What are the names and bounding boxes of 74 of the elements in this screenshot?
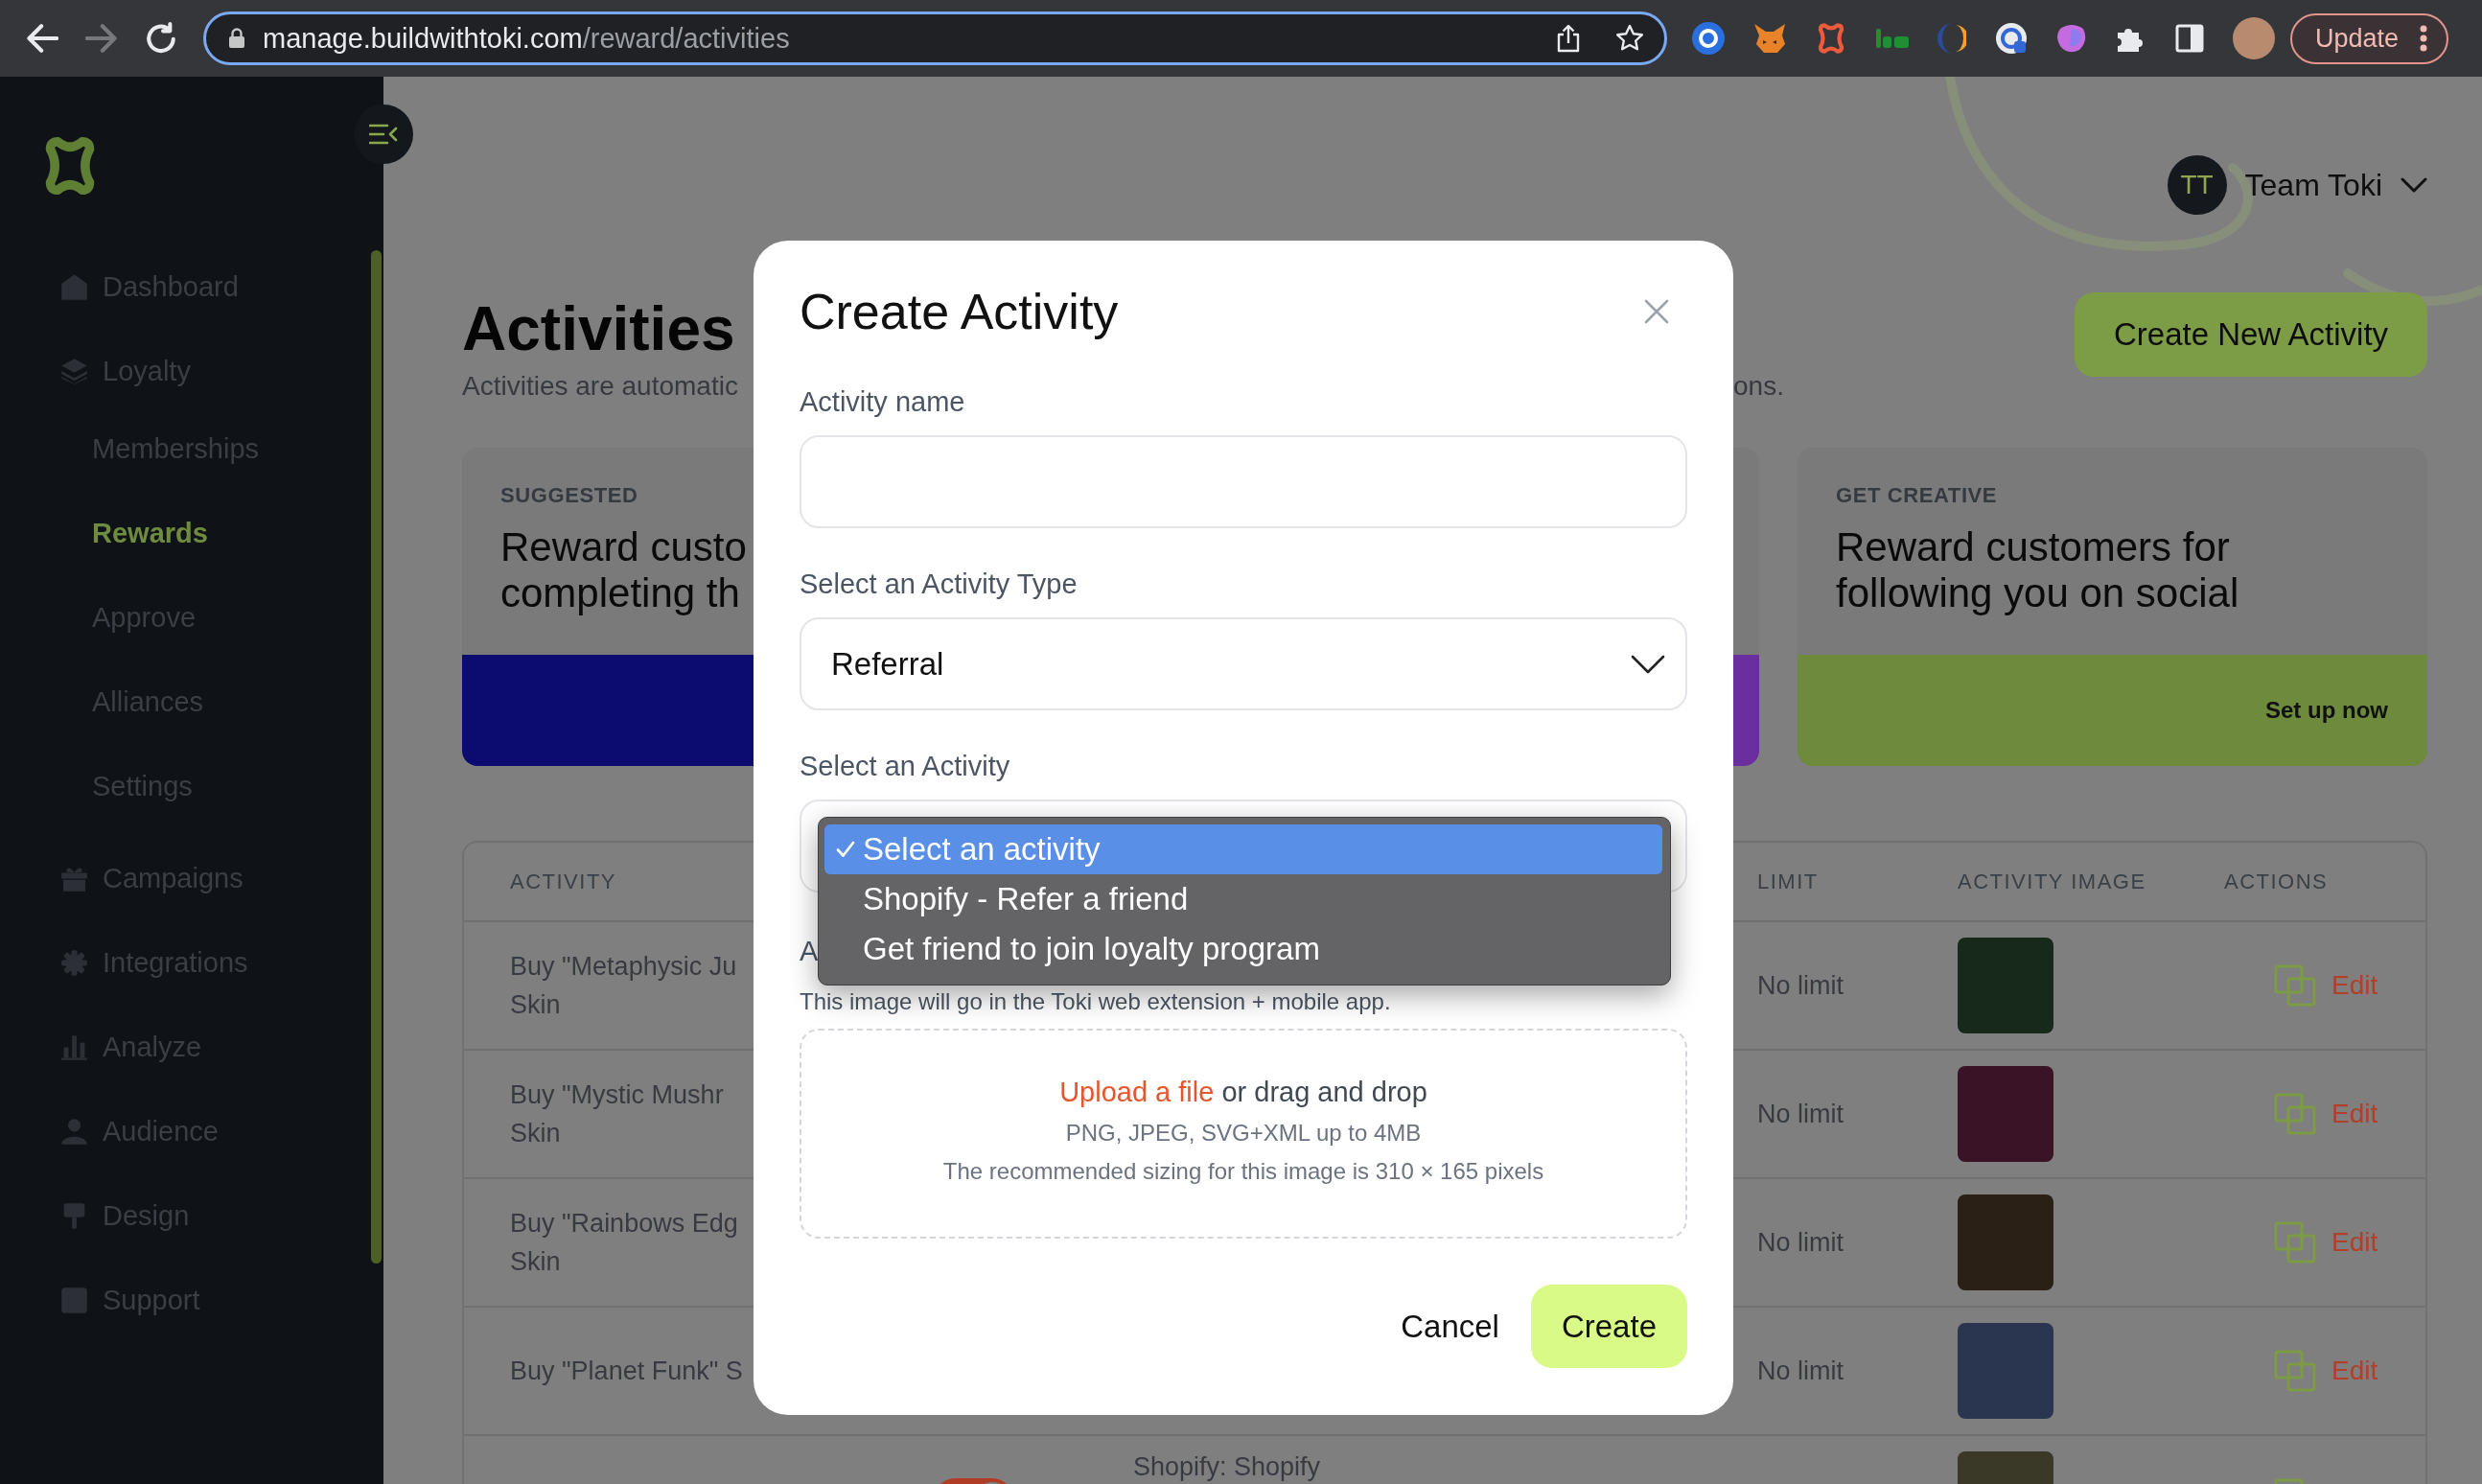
- card-title: Reward customers for following you on social: [1836, 524, 2239, 616]
- field-label: Select an Activity Type: [800, 568, 1078, 599]
- table-cell-text: Buy "Metaphysic Ju Skin: [510, 951, 737, 1021]
- house-icon: [60, 272, 88, 301]
- person-icon: [60, 1117, 88, 1146]
- dialog-title: Create Activity: [800, 283, 1119, 341]
- scrollbar[interactable]: [371, 250, 382, 1264]
- sidebar-item[interactable]: Rewards: [92, 517, 208, 549]
- bars-icon[interactable]: [1876, 29, 1909, 48]
- check-icon: [836, 841, 855, 858]
- ring-icon[interactable]: [1692, 22, 1725, 55]
- gear-icon: [60, 948, 88, 977]
- dropdown-option[interactable]: Select an activity: [824, 824, 1662, 874]
- upload-prompt: Upload a file or drag and drop: [1059, 1076, 1427, 1109]
- menu-collapse-icon: [369, 124, 398, 145]
- table-cell-text: Buy "Mystic Mushr Skin: [510, 1079, 724, 1149]
- reload-icon[interactable]: [145, 22, 177, 55]
- column-header: ACTIVITY: [510, 869, 616, 894]
- table-cell: Shopify: Shopify: [1133, 1451, 1321, 1482]
- create-activity-button[interactable]: Create New Activity: [2075, 292, 2427, 377]
- upload-sizing-note: The recommended sizing for this image is 310 × 165 pixels: [942, 1157, 1544, 1186]
- blob-icon[interactable]: [2056, 23, 2087, 54]
- edit-link[interactable]: Edit: [2331, 970, 2378, 1001]
- select-field[interactable]: Referral: [800, 617, 1687, 710]
- page-subtitle: Activities are automatic: [462, 370, 738, 403]
- table-cell-text: No limit: [1757, 970, 1844, 1002]
- table-cell-text: No limit: [1757, 1099, 1844, 1130]
- table-cell-text: No limit: [1757, 1227, 1844, 1259]
- bar-chart-icon: [60, 1032, 88, 1061]
- back-icon[interactable]: [26, 22, 58, 55]
- field-help-text: This image will go in the Toki web extension + mobile app.: [800, 988, 1392, 1015]
- close-icon[interactable]: [1644, 299, 1669, 324]
- table-cell-text: Buy "Rainbows Edg Skin: [510, 1208, 738, 1278]
- edit-link[interactable]: Edit: [2331, 1356, 2378, 1386]
- table-cell-text: No limit: [1757, 1356, 1844, 1387]
- user-name[interactable]: Team Toki: [2244, 167, 2382, 203]
- page-title: Activities: [462, 294, 735, 363]
- address-bar[interactable]: manage.buildwithtoki.com/reward/activities: [203, 12, 1667, 65]
- layers-icon: [60, 357, 88, 385]
- more-icon[interactable]: [2420, 25, 2428, 52]
- chevron-down-icon[interactable]: [2401, 177, 2427, 193]
- upload-link[interactable]: Upload a file: [1059, 1077, 1215, 1107]
- set-up-button[interactable]: Set up now: [2265, 697, 2388, 724]
- cancel-button[interactable]: Cancel: [1401, 1307, 1499, 1346]
- upload-dropzone[interactable]: Upload a file or drag and drop PNG, JPEG, SVG+XML up to 4MB The recommended sizing for this image is 310 × 165 pixels: [800, 1029, 1687, 1239]
- upload-formats: PNG, JPEG, SVG+XML up to 4MB: [1065, 1119, 1422, 1148]
- update-button[interactable]: Update: [2290, 12, 2449, 64]
- column-header: LIMIT: [1757, 869, 1819, 894]
- edit-link[interactable]: Edit: [2331, 1099, 2378, 1129]
- dropdown-option[interactable]: Get friend to join loyalty program: [824, 924, 1662, 974]
- fox-icon[interactable]: [1753, 23, 1786, 54]
- field-label: Activity name: [800, 386, 965, 417]
- card-eyebrow: GET CREATIVE: [1836, 482, 1998, 509]
- dropdown-option[interactable]: Shopify - Refer a friend: [824, 874, 1662, 924]
- edit-link[interactable]: Edit: [2331, 1227, 2378, 1258]
- field-label: Select an Activity: [800, 751, 1010, 781]
- table-cell-text: Buy "Planet Funk" S: [510, 1356, 743, 1387]
- column-header: ACTIVITY IMAGE: [1958, 869, 2146, 894]
- input-field[interactable]: [800, 435, 1687, 528]
- field-label: A: [800, 936, 819, 966]
- card-title: Reward custo completing th: [500, 524, 747, 616]
- square-icon: [60, 1286, 88, 1314]
- chevron-down-icon: [1631, 654, 1665, 674]
- lock-icon: [228, 28, 245, 49]
- column-header: ACTIONS: [2224, 869, 2329, 894]
- sidebar-icon[interactable]: [2175, 24, 2204, 53]
- share-icon[interactable]: [1556, 24, 1581, 53]
- avatar-icon[interactable]: [2233, 17, 2275, 59]
- page-subtitle: ons.: [1733, 370, 1784, 403]
- crescent-icon[interactable]: [1937, 23, 1966, 54]
- star-icon[interactable]: [1615, 24, 1644, 53]
- card-eyebrow: SUGGESTED: [500, 482, 638, 509]
- user-avatar: TT: [2167, 155, 2227, 215]
- create-button[interactable]: Create: [1530, 1285, 1687, 1368]
